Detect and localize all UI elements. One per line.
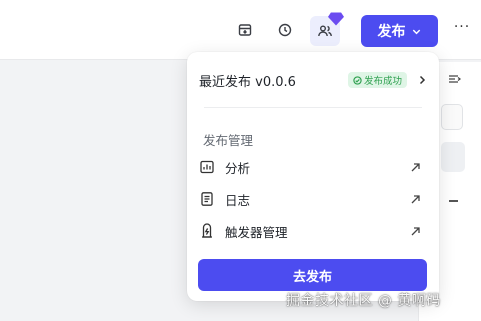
analytics-icon — [200, 160, 214, 174]
archive-icon[interactable] — [233, 18, 257, 42]
align-right-icon — [449, 75, 461, 83]
minus-icon[interactable] — [449, 200, 458, 202]
menu-item-label: 分析 — [225, 160, 251, 176]
menu-item-analytics[interactable]: 分析 — [199, 154, 427, 180]
status-badge: 发布成功 — [347, 72, 407, 88]
menu-item-logs[interactable]: 日志 — [199, 186, 427, 212]
log-icon — [201, 192, 213, 206]
chevron-down-icon — [412, 29, 420, 34]
more-menu-button[interactable]: ··· — [452, 20, 472, 40]
publish-button-label: 发布 — [377, 24, 406, 40]
collaborators-icon[interactable] — [310, 12, 344, 46]
watermark: 掘金技术社区 @ 黄啊码 — [286, 293, 441, 309]
chevron-right-icon — [419, 75, 426, 85]
top-toolbar: 发布 ··· — [0, 0, 481, 60]
go-publish-button[interactable]: 去发布 — [198, 259, 427, 291]
trigger-icon — [202, 223, 212, 238]
check-circle-icon — [353, 75, 362, 85]
history-icon[interactable] — [273, 18, 297, 42]
publish-button[interactable]: 发布 — [361, 15, 438, 47]
external-arrow-icon — [411, 162, 420, 171]
external-arrow-icon — [411, 226, 420, 235]
external-arrow-icon — [411, 194, 420, 203]
menu-item-triggers[interactable]: 触发器管理 — [199, 218, 427, 244]
recent-publish-label: 最近发布 v0.0.6 — [199, 74, 296, 90]
diamond-badge-icon — [328, 12, 344, 26]
menu-item-label: 触发器管理 — [225, 224, 288, 240]
menu-item-label: 日志 — [225, 192, 251, 208]
status-badge-label: 发布成功 — [363, 76, 402, 87]
section-title: 发布管理 — [203, 133, 254, 148]
recent-publish-row[interactable]: 最近发布 v0.0.6 发布成功 — [199, 70, 427, 90]
panel-input-placeholder — [441, 104, 463, 130]
divider — [204, 107, 422, 108]
publish-dropdown: 最近发布 v0.0.6 发布成功 发布管理 分析 日志 触发器管理 去发布 — [187, 52, 439, 301]
panel-block-placeholder — [441, 142, 465, 172]
